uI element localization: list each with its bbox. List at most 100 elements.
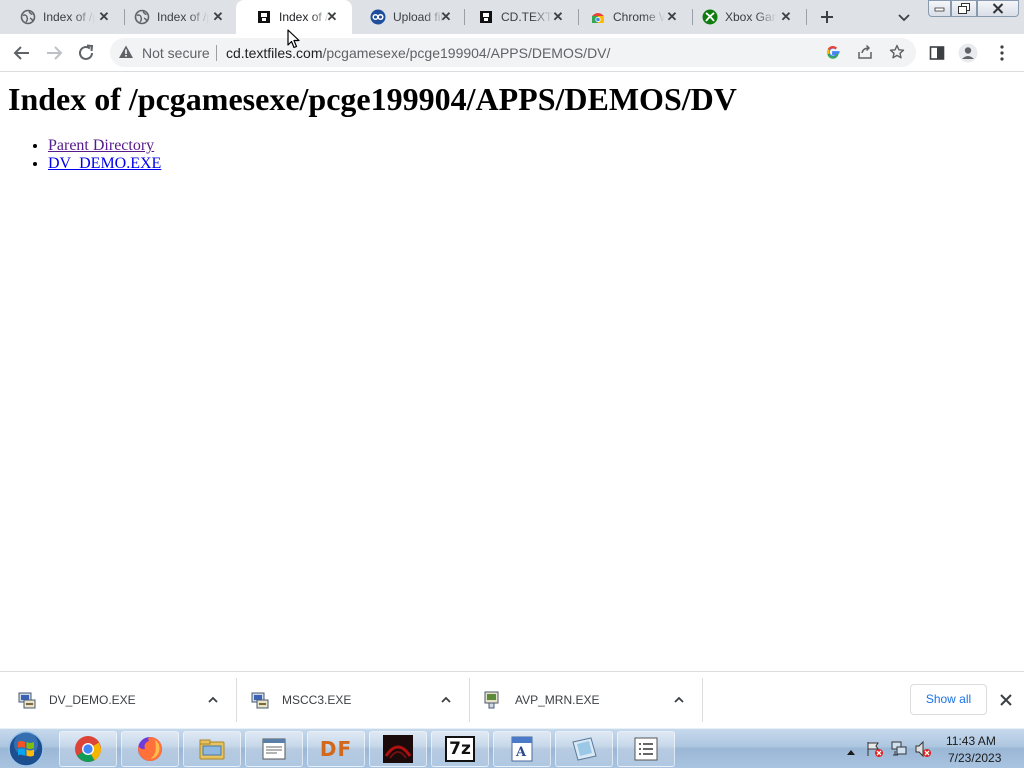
taskbar-df[interactable]: DF — [307, 731, 365, 767]
windows-orb-icon — [8, 731, 44, 767]
7zip-label: 7z — [449, 739, 471, 759]
minimize-button[interactable] — [928, 0, 951, 17]
chevron-up-icon[interactable] — [206, 693, 220, 707]
forward-arrow-icon — [47, 46, 63, 60]
download-item[interactable]: MSCC3.EXE — [251, 680, 469, 720]
chevron-up-icon[interactable] — [672, 693, 686, 707]
taskbar-firefox[interactable] — [121, 731, 179, 767]
windows-taskbar: DF 7z A 11:43 AM 7/23/2023 — [0, 728, 1024, 768]
notepad-icon — [262, 738, 286, 760]
mouse-cursor-icon — [287, 29, 300, 49]
start-button[interactable] — [4, 730, 48, 768]
close-tab-icon[interactable]: ✕ — [438, 9, 454, 25]
plus-icon — [821, 11, 833, 23]
side-panel-icon[interactable] — [927, 43, 947, 63]
address-bar[interactable]: Not secure cd.textfiles.com/pcgamesexe/p… — [110, 38, 916, 67]
action-center-icon[interactable] — [866, 740, 884, 763]
forward-button[interactable] — [42, 41, 66, 65]
close-tab-icon[interactable]: ✕ — [96, 9, 112, 25]
close-tab-icon[interactable]: ✕ — [550, 9, 566, 25]
tab-divider — [806, 9, 807, 25]
taskbar-paint[interactable] — [555, 731, 613, 767]
tab-7[interactable]: Xbox Game Pass ✕ — [682, 0, 806, 34]
share-icon[interactable] — [856, 43, 874, 61]
chevron-up-icon[interactable] — [439, 693, 453, 707]
taskbar-game[interactable] — [369, 731, 427, 767]
page-content: Index of /pcgamesexe/pcge199904/APPS/DEM… — [0, 73, 1024, 671]
show-hidden-icons-icon[interactable] — [846, 743, 856, 761]
list-icon — [634, 737, 658, 761]
list-item: Parent Directory — [48, 137, 161, 155]
chrome-store-icon — [590, 9, 606, 25]
security-status[interactable]: Not secure — [142, 45, 210, 61]
restore-icon — [958, 3, 970, 14]
taskbar-explorer[interactable] — [183, 731, 241, 767]
download-filename: DV_DEMO.EXE — [49, 693, 136, 707]
close-tab-icon[interactable]: ✕ — [210, 9, 226, 25]
tab-5[interactable]: CD.TEXTFILES.COM ✕ — [458, 0, 578, 34]
download-item[interactable]: AVP_MRN.EXE — [484, 680, 702, 720]
xbox-icon — [702, 9, 718, 25]
close-tab-icon[interactable]: ✕ — [778, 9, 794, 25]
url-host: cd.textfiles.com — [226, 45, 323, 61]
explorer-icon — [199, 739, 225, 760]
clock-date[interactable]: 7/23/2023 — [948, 751, 1001, 765]
system-tray: 11:43 AM 7/23/2023 — [840, 729, 1024, 768]
download-divider — [469, 678, 470, 722]
download-filename: MSCC3.EXE — [282, 693, 352, 707]
close-window-button[interactable] — [977, 0, 1019, 17]
exe-setup-icon — [484, 691, 502, 709]
firefox-icon — [138, 736, 163, 761]
svg-text:A: A — [515, 745, 527, 760]
bookmark-star-icon[interactable] — [888, 43, 906, 61]
globe-icon — [134, 9, 150, 25]
tab-2[interactable]: Index of /pcgamesexe ✕ — [114, 0, 238, 34]
close-icon — [992, 3, 1004, 14]
tab-strip: Index of /pcgamesexe ✕ Index of /pcgames… — [0, 0, 1024, 34]
warning-icon[interactable] — [118, 44, 134, 60]
back-button[interactable] — [10, 41, 34, 65]
close-tab-icon[interactable]: ✕ — [324, 9, 340, 25]
globe-icon — [20, 9, 36, 25]
menu-kebab-icon[interactable] — [992, 43, 1012, 63]
google-lens-icon[interactable] — [824, 43, 842, 61]
tab-6[interactable]: Chrome Web Store ✕ — [570, 0, 692, 34]
taskbar-7zip[interactable]: 7z — [431, 731, 489, 767]
download-divider — [702, 678, 703, 722]
volume-muted-icon[interactable] — [914, 740, 932, 763]
paint-icon — [572, 737, 597, 761]
game-icon — [383, 735, 413, 763]
network-icon[interactable] — [890, 740, 908, 763]
df-label: DF — [319, 737, 353, 761]
upload-site-icon — [370, 9, 386, 25]
exe-setup-icon — [18, 691, 36, 709]
tab-title: Xbox Game Pass — [725, 10, 777, 24]
tab-1[interactable]: Index of /pcgamesexe ✕ — [0, 0, 124, 34]
download-divider — [236, 678, 237, 722]
parent-directory-link[interactable]: Parent Directory — [48, 137, 154, 154]
profile-avatar-icon[interactable] — [958, 43, 978, 63]
tab-4[interactable]: Upload files ✕ — [350, 0, 466, 34]
taskbar-list[interactable] — [617, 731, 675, 767]
file-list: Parent Directory DV_DEMO.EXE — [48, 137, 161, 173]
url-text[interactable]: cd.textfiles.com/pcgamesexe/pcge199904/A… — [226, 45, 610, 61]
taskbar-wordpad[interactable]: A — [493, 731, 551, 767]
close-tab-icon[interactable]: ✕ — [664, 9, 680, 25]
show-all-button[interactable]: Show all — [910, 684, 987, 715]
tab-search-button[interactable] — [894, 7, 914, 27]
download-item[interactable]: DV_DEMO.EXE — [18, 680, 236, 720]
clock-time[interactable]: 11:43 AM — [946, 734, 996, 748]
new-tab-button[interactable] — [815, 5, 839, 29]
tab-title: CD.TEXTFILES.COM — [501, 10, 553, 24]
taskbar-chrome[interactable] — [59, 731, 117, 767]
back-arrow-icon — [13, 46, 29, 60]
taskbar-notepad[interactable] — [245, 731, 303, 767]
7zip-icon: 7z — [445, 736, 475, 762]
tab-title: Index of /pcgamesexe — [43, 10, 95, 24]
restore-button[interactable] — [951, 0, 977, 17]
wordpad-icon: A — [511, 736, 533, 762]
file-link-dv-demo[interactable]: DV_DEMO.EXE — [48, 155, 161, 172]
reload-button[interactable] — [74, 41, 98, 65]
close-icon[interactable] — [997, 691, 1015, 709]
textfiles-icon — [256, 9, 272, 25]
